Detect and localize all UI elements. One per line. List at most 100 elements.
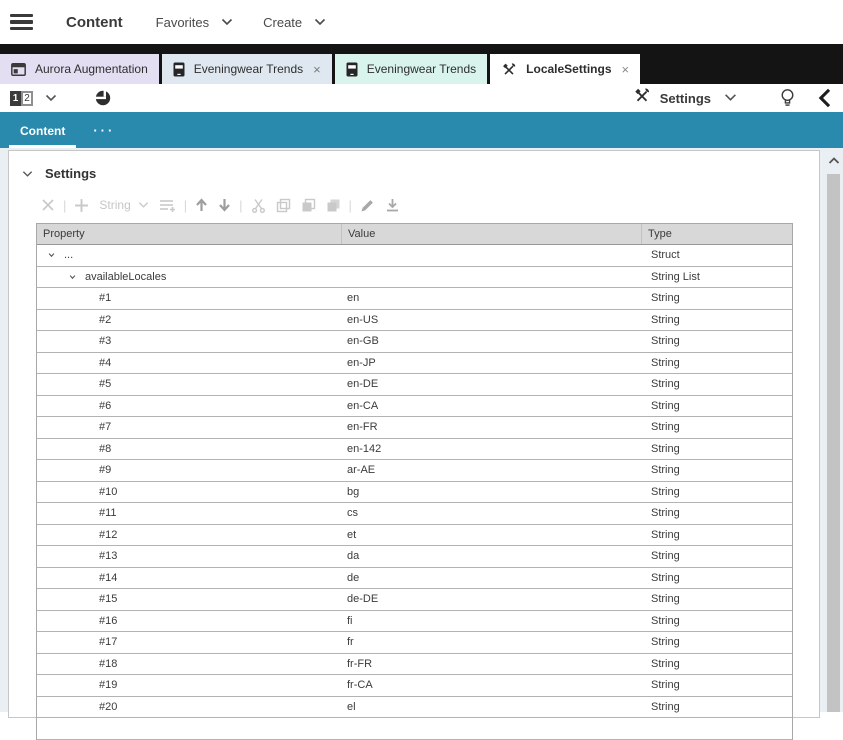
table-row[interactable]: #6en-CAString xyxy=(37,396,792,418)
type-cell: String xyxy=(641,701,792,713)
value-cell: fr-CA xyxy=(341,679,641,691)
type-cell: String xyxy=(641,529,792,541)
table-row[interactable]: #2en-USString xyxy=(37,310,792,332)
tab-eveningwear-trends-1[interactable]: Eveningwear Trends × xyxy=(162,54,332,84)
table-row[interactable]: #11csString xyxy=(37,503,792,525)
value-cell: en-142 xyxy=(341,443,641,455)
toolbar-separator: | xyxy=(236,198,245,213)
move-up-icon[interactable] xyxy=(190,198,213,212)
chevron-down-icon[interactable] xyxy=(68,273,77,281)
table-row[interactable]: #7en-FRString xyxy=(37,417,792,439)
tab-localesettings[interactable]: LocaleSettings × xyxy=(490,54,640,84)
favorites-menu[interactable]: Favorites xyxy=(156,15,233,30)
table-row[interactable]: #13daString xyxy=(37,546,792,568)
table-row[interactable]: #16fiString xyxy=(37,611,792,633)
settings-table: Property Value Type ...StructavailableLo… xyxy=(36,223,793,740)
close-icon[interactable]: × xyxy=(313,63,321,76)
globe-icon[interactable] xyxy=(95,90,111,106)
property-cell: #1 xyxy=(99,292,111,304)
delete-icon[interactable] xyxy=(36,198,60,212)
table-row[interactable]: #14deString xyxy=(37,568,792,590)
property-cell: #4 xyxy=(99,357,111,369)
device-icon xyxy=(346,62,358,77)
settings-section-header[interactable]: Settings xyxy=(22,166,819,181)
property-cell: #16 xyxy=(99,615,117,627)
edit-icon[interactable] xyxy=(355,198,380,213)
hamburger-icon[interactable] xyxy=(10,11,33,34)
tab-content[interactable]: Content xyxy=(18,124,67,148)
table-row[interactable]: ...Struct xyxy=(37,245,792,267)
type-cell: String xyxy=(641,593,792,605)
type-cell: String xyxy=(641,292,792,304)
table-row[interactable]: #3en-GBString xyxy=(37,331,792,353)
column-header-value[interactable]: Value xyxy=(341,224,641,244)
tab-aurora-augmentation[interactable]: Aurora Augmentation xyxy=(0,54,159,84)
lightbulb-icon[interactable] xyxy=(779,88,796,108)
close-icon[interactable]: × xyxy=(622,63,630,76)
import-icon[interactable] xyxy=(380,198,405,213)
chevron-down-icon[interactable] xyxy=(47,251,56,259)
add-list-icon[interactable] xyxy=(154,198,181,213)
table-row[interactable]: #17frString xyxy=(37,632,792,654)
value-cell: fr xyxy=(341,636,641,648)
paste-icon[interactable] xyxy=(321,198,346,213)
table-row[interactable]: #4en-JPString xyxy=(37,353,792,375)
table-row[interactable]: #18fr-FRString xyxy=(37,654,792,676)
vertical-scrollbar[interactable] xyxy=(824,150,843,712)
table-row[interactable]: #12etString xyxy=(37,525,792,547)
subtab-bar: Content ··· xyxy=(0,112,843,148)
value-cell: ar-AE xyxy=(341,464,641,476)
table-row[interactable]: #19fr-CAString xyxy=(37,675,792,697)
table-row[interactable]: #20elString xyxy=(37,697,792,719)
table-body: ...StructavailableLocalesString List#1en… xyxy=(37,245,792,740)
add-type-label[interactable]: String xyxy=(94,198,132,212)
table-row[interactable]: #9ar-AEString xyxy=(37,460,792,482)
table-row[interactable]: #8en-142String xyxy=(37,439,792,461)
chevron-down-icon[interactable] xyxy=(45,89,57,107)
device-icon xyxy=(173,62,185,77)
add-icon[interactable] xyxy=(69,198,94,213)
move-down-icon[interactable] xyxy=(213,198,236,212)
value-cell: de xyxy=(341,572,641,584)
more-tabs-button[interactable]: ··· xyxy=(93,123,115,148)
main-area: Settings | String xyxy=(0,148,843,712)
table-row[interactable]: #10bgString xyxy=(37,482,792,504)
tab-eveningwear-trends-2[interactable]: Eveningwear Trends xyxy=(335,54,487,84)
type-cell: String xyxy=(641,507,792,519)
chevron-down-icon[interactable] xyxy=(133,201,154,209)
type-cell: String xyxy=(641,314,792,326)
property-cell: #9 xyxy=(99,464,111,476)
scroll-up-icon[interactable] xyxy=(824,150,843,170)
type-cell: Struct xyxy=(641,249,792,261)
toolbar-separator: | xyxy=(346,198,355,213)
pages-12-icon[interactable]: 1 2 xyxy=(10,91,33,106)
property-cell: #18 xyxy=(99,658,117,670)
type-cell: String xyxy=(641,486,792,498)
type-cell: String xyxy=(641,378,792,390)
page-1-badge: 1 xyxy=(10,91,21,106)
settings-dropdown[interactable]: Settings xyxy=(633,87,737,109)
action-toolbar: 1 2 Settings xyxy=(0,84,843,112)
toolbar-separator: | xyxy=(60,198,69,213)
create-menu[interactable]: Create xyxy=(263,15,326,30)
chevron-down-icon xyxy=(724,89,737,107)
chevron-left-icon[interactable] xyxy=(818,88,831,108)
favorites-label: Favorites xyxy=(156,15,209,30)
chevron-down-icon[interactable] xyxy=(22,170,33,178)
chevron-down-icon xyxy=(314,18,326,26)
type-cell: String xyxy=(641,679,792,691)
type-cell: String xyxy=(641,400,792,412)
scrollbar-thumb[interactable] xyxy=(827,174,840,712)
duplicate-icon[interactable] xyxy=(296,198,321,213)
table-row[interactable]: #5en-DEString xyxy=(37,374,792,396)
toolbar-separator: | xyxy=(181,198,190,213)
value-cell: el xyxy=(341,701,641,713)
table-row[interactable]: #15de-DEString xyxy=(37,589,792,611)
property-cell: #6 xyxy=(99,400,111,412)
table-row[interactable]: #1enString xyxy=(37,288,792,310)
cut-icon[interactable] xyxy=(246,198,271,213)
column-header-type[interactable]: Type xyxy=(641,224,792,244)
table-row[interactable]: availableLocalesString List xyxy=(37,267,792,289)
copy-icon[interactable] xyxy=(271,198,296,213)
column-header-property[interactable]: Property xyxy=(37,224,341,244)
